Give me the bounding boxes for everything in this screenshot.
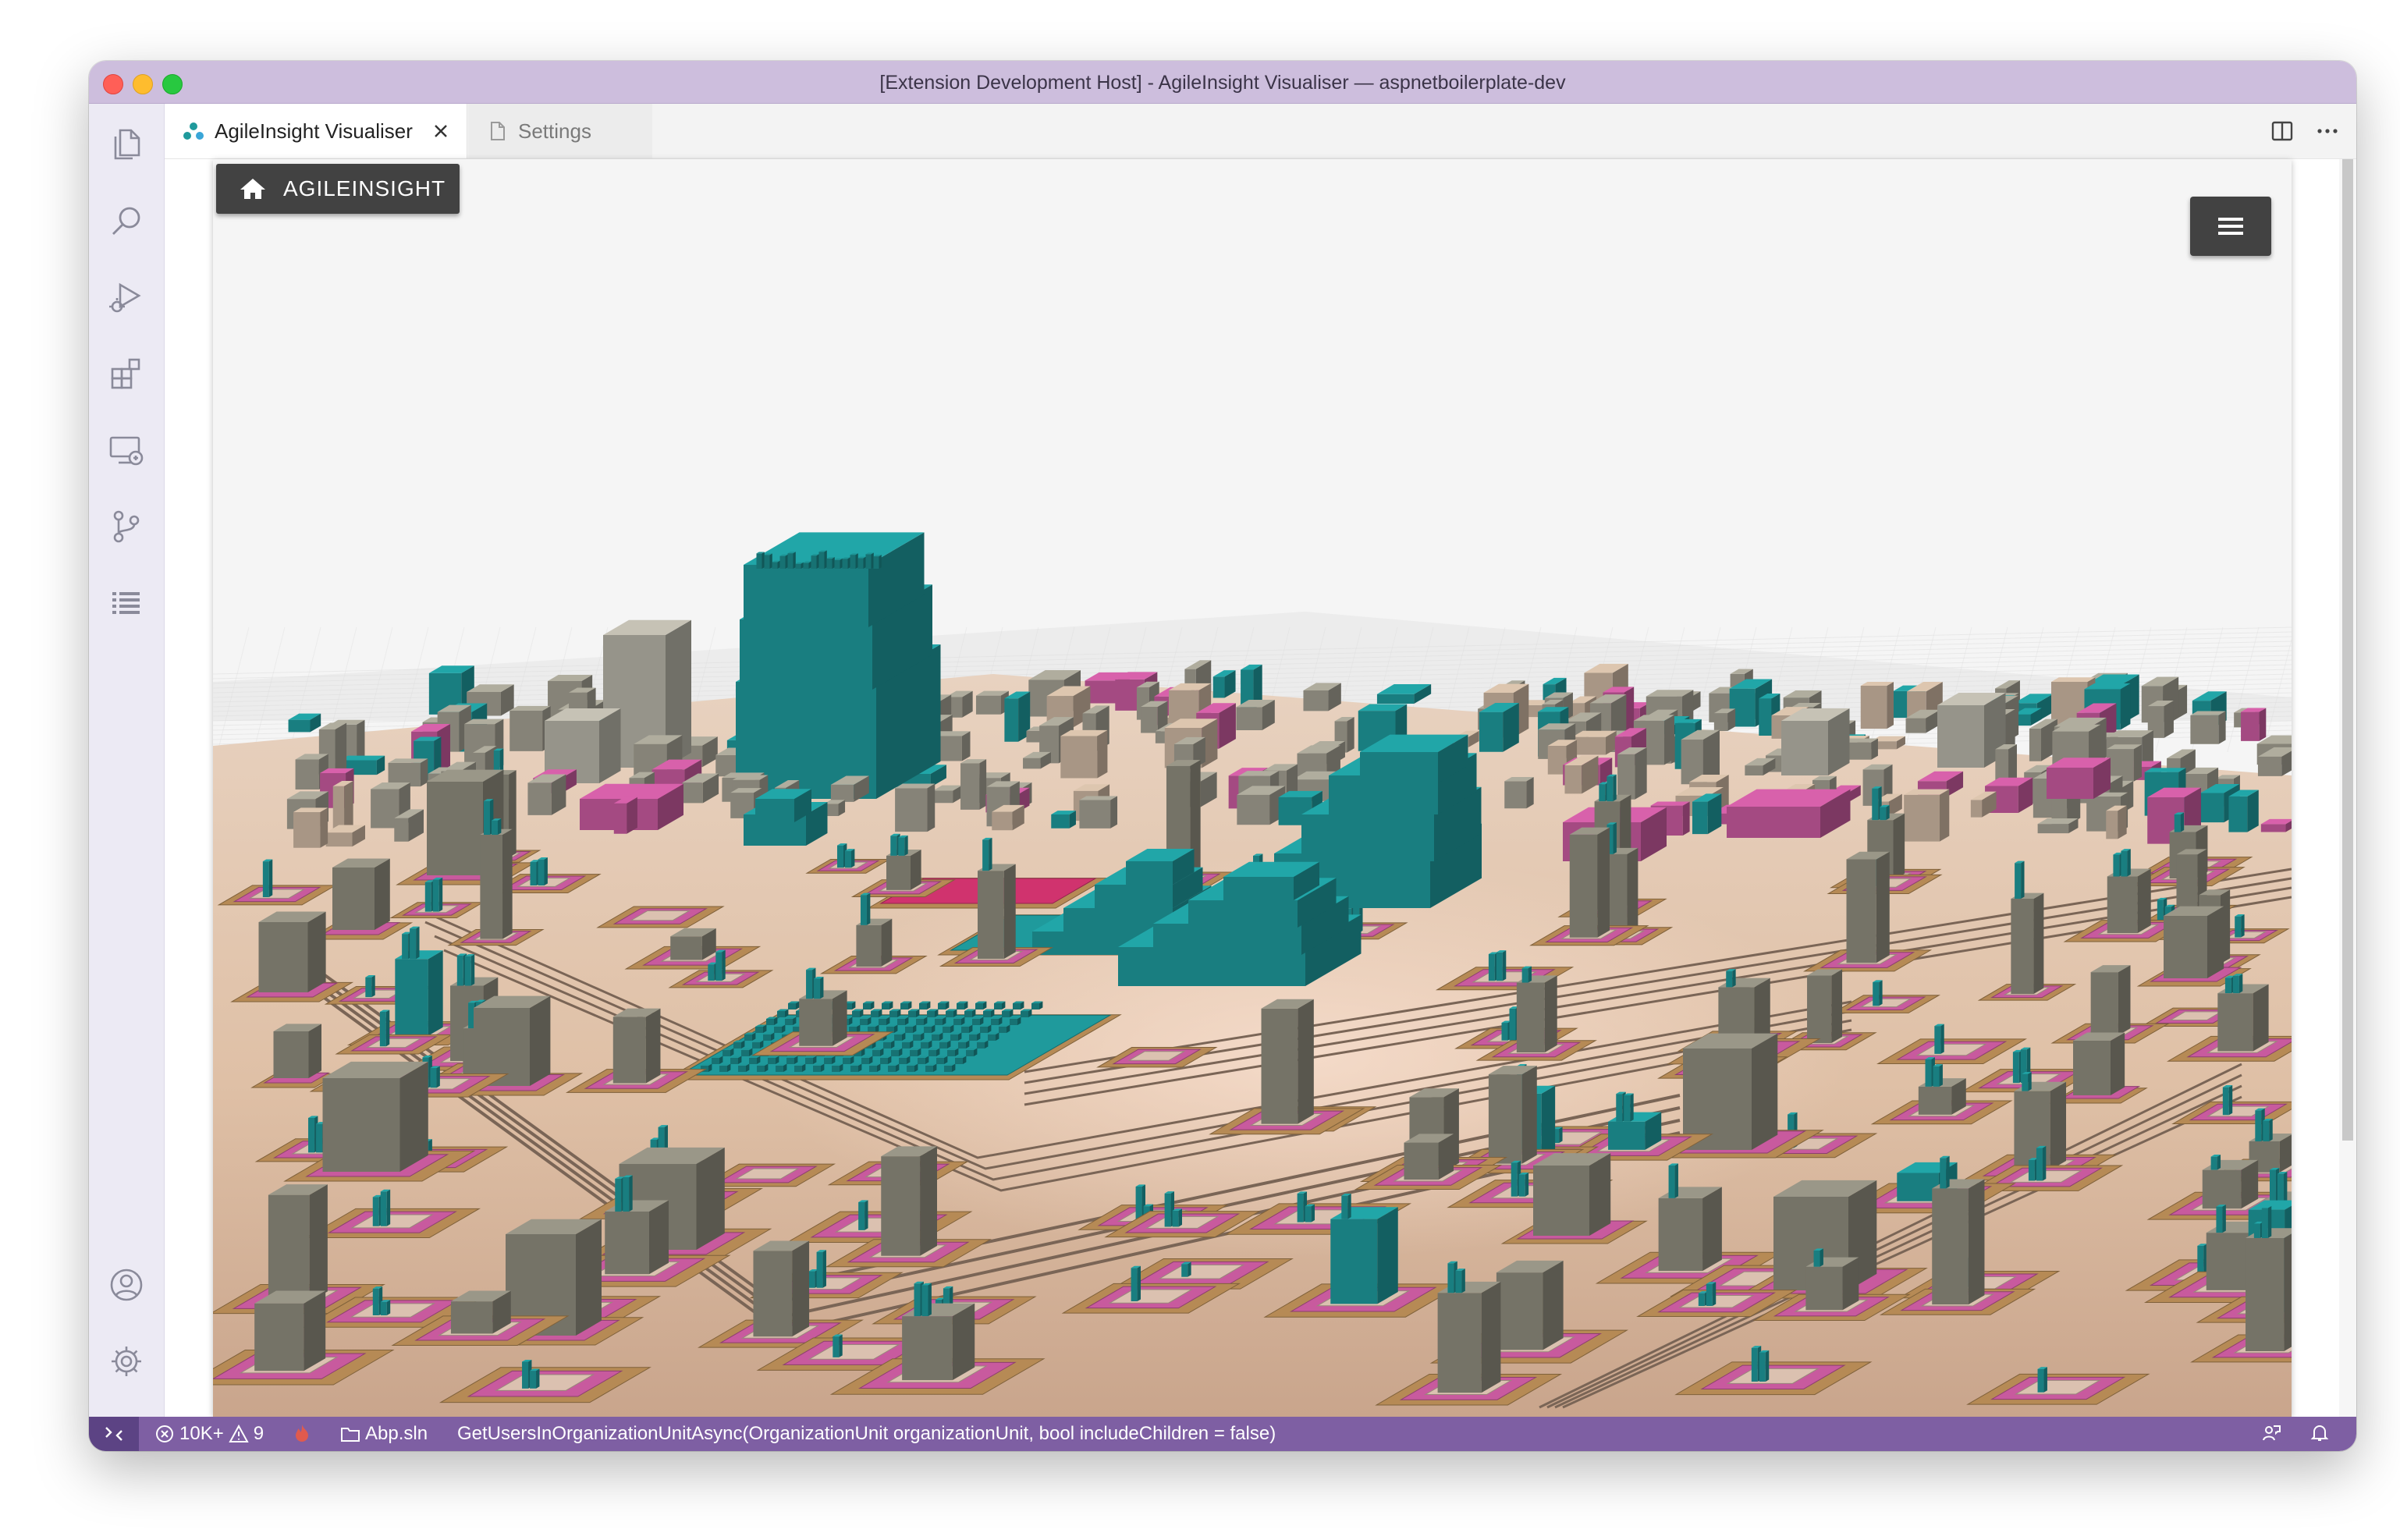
warning-count: 9 xyxy=(253,1423,264,1444)
list-icon[interactable] xyxy=(106,581,147,622)
tab-label: AgileInsight Visualiser xyxy=(215,119,413,143)
source-control-icon[interactable] xyxy=(106,506,147,547)
tab-agileinsight-visualiser[interactable]: AgileInsight Visualiser xyxy=(165,104,467,158)
files-icon[interactable] xyxy=(106,124,147,165)
remote-explorer-icon[interactable] xyxy=(106,430,147,470)
code-city-scene[interactable] xyxy=(213,159,2292,1417)
code-context[interactable]: GetUsersInOrganizationUnitAsync(Organiza… xyxy=(457,1423,1276,1445)
brand-label: AGILEINSIGHT xyxy=(283,176,446,200)
warning-icon xyxy=(229,1424,249,1442)
method-signature: GetUsersInOrganizationUnitAsync(Organiza… xyxy=(457,1423,1276,1444)
scrollbar-thumb[interactable] xyxy=(2342,159,2353,1141)
search-icon[interactable] xyxy=(106,200,147,241)
tab-label: Settings xyxy=(518,119,591,143)
tab-bar: AgileInsight Visualiser Settings xyxy=(165,104,2356,159)
file-icon xyxy=(485,119,509,143)
extensions-icon[interactable] xyxy=(106,353,147,394)
home-icon xyxy=(240,179,265,199)
hamburger-icon xyxy=(2218,218,2243,235)
flame-indicator[interactable] xyxy=(292,1423,312,1443)
agileinsight-home-button[interactable]: AGILEINSIGHT xyxy=(216,164,460,214)
error-icon xyxy=(156,1425,173,1442)
window-title: [Extension Development Host] - AgileInsi… xyxy=(879,72,1566,94)
more-actions-icon[interactable] xyxy=(2314,118,2341,144)
activity-bar xyxy=(89,104,165,1417)
title-bar: [Extension Development Host] - AgileInsi… xyxy=(89,61,2356,104)
run-debug-icon[interactable] xyxy=(106,277,147,318)
solution-name: Abp.sln xyxy=(365,1423,428,1444)
feedback-button[interactable] xyxy=(2261,1423,2281,1443)
remote-icon xyxy=(105,1427,122,1441)
folder-icon xyxy=(341,1428,360,1442)
notifications-button[interactable] xyxy=(2309,1423,2330,1443)
app-window: [Extension Development Host] - AgileInsi… xyxy=(89,61,2356,1451)
menu-button[interactable] xyxy=(2190,197,2271,256)
editor-scrollbar[interactable] xyxy=(2339,159,2356,1417)
error-count: 10K+ xyxy=(179,1423,224,1444)
problems-indicator[interactable]: 10K+ 9 xyxy=(154,1423,264,1445)
gear-icon[interactable] xyxy=(106,1341,147,1382)
editor-actions xyxy=(2269,118,2341,144)
flame-icon xyxy=(296,1425,308,1442)
status-bar: 10K+ 9 Abp.sln GetUsersInOrganizationUni… xyxy=(89,1417,2356,1451)
visualiser-tab-icon xyxy=(182,119,205,143)
editor-area: AGILEINSIGHT xyxy=(165,159,2356,1417)
solution-indicator[interactable]: Abp.sln xyxy=(340,1423,428,1445)
account-icon[interactable] xyxy=(106,1265,147,1305)
city-visualisation[interactable]: AGILEINSIGHT xyxy=(213,159,2292,1417)
bell-icon xyxy=(2310,1425,2329,1441)
split-editor-icon[interactable] xyxy=(2269,118,2295,144)
remote-indicator[interactable] xyxy=(89,1417,139,1451)
tab-settings[interactable]: Settings xyxy=(468,104,652,158)
close-tab-icon[interactable] xyxy=(429,119,453,143)
feedback-icon xyxy=(2263,1425,2281,1441)
